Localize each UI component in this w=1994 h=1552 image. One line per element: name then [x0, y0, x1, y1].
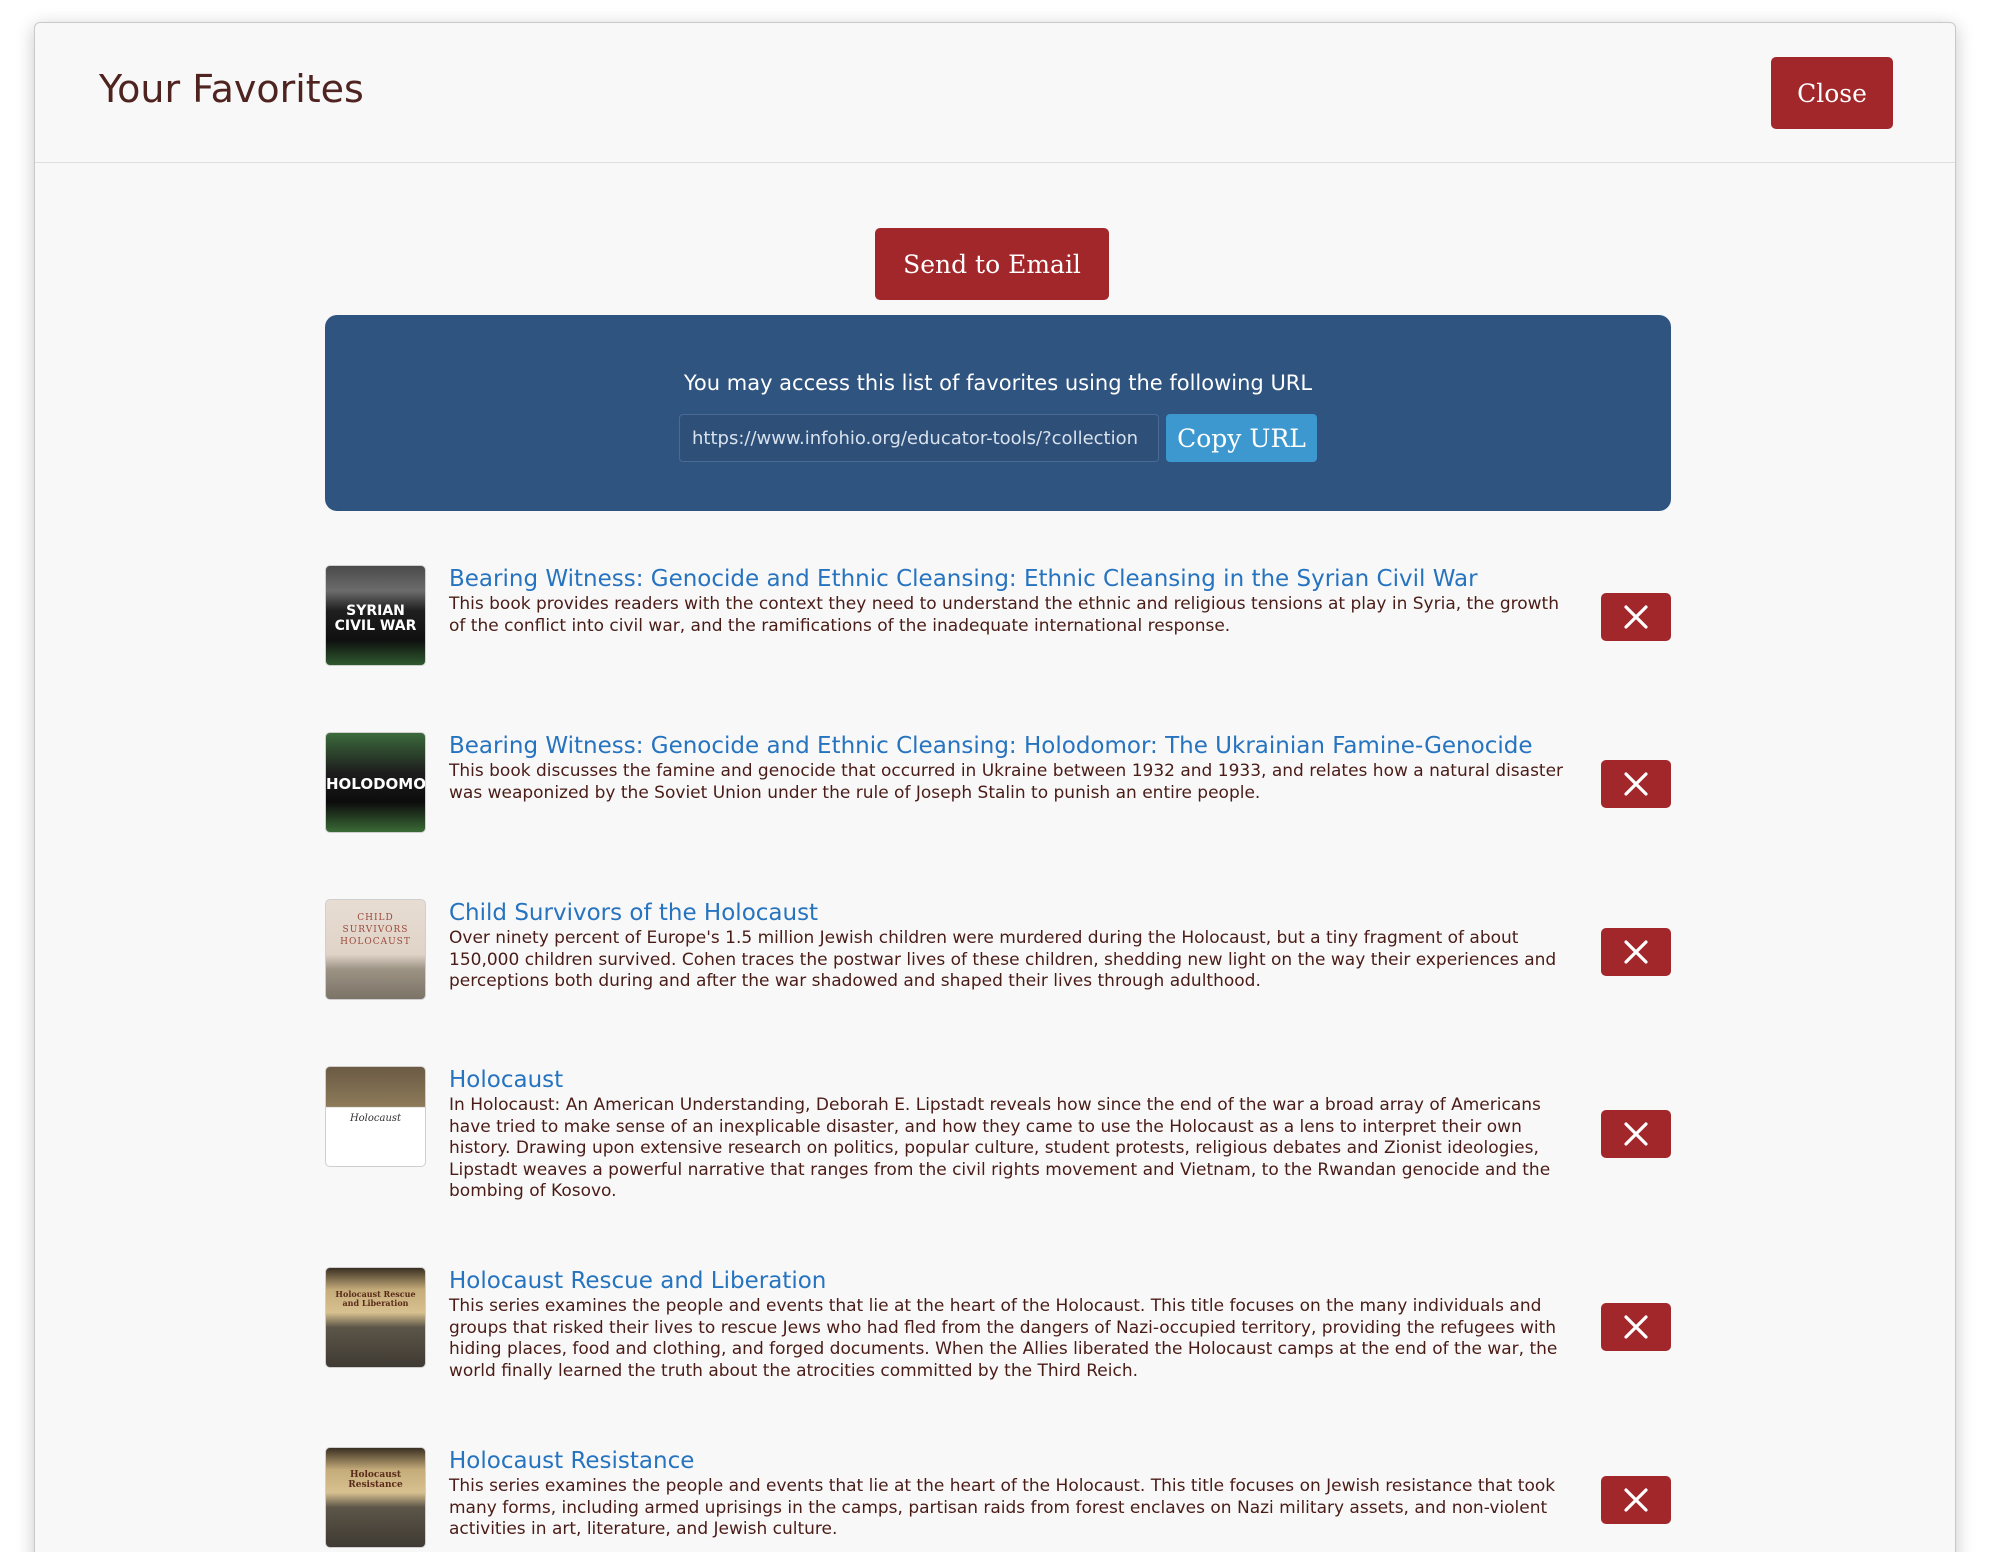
item-title-link[interactable]: Holocaust Resistance — [449, 1447, 1569, 1475]
url-panel: You may access this list of favorites us… — [325, 315, 1671, 511]
list-item: Holocaust Resistance Holocaust Resistance… — [325, 1425, 1671, 1548]
item-description: This series examines the people and even… — [449, 1476, 1556, 1539]
book-cover-image: SYRIAN CIVIL WAR — [325, 565, 426, 666]
book-cover-image: Holocaust Resistance — [325, 1447, 426, 1548]
item-title-link[interactable]: Bearing Witness: Genocide and Ethnic Cle… — [449, 565, 1569, 593]
item-text: Child Survivors of the Holocaust Over ni… — [449, 899, 1569, 993]
book-cover-image: Holocaust Rescue and Liberation — [325, 1267, 426, 1368]
book-cover-image: HOLODOMOR — [325, 732, 426, 833]
remove-favorite-button[interactable] — [1601, 1110, 1671, 1158]
close-icon — [1624, 1488, 1648, 1512]
remove-favorite-button[interactable] — [1601, 928, 1671, 976]
close-icon — [1624, 1315, 1648, 1339]
favorites-url-field[interactable] — [679, 414, 1159, 462]
book-cover-image: CHILD SURVIVORS HOLOCAUST — [325, 899, 426, 1000]
item-description: This series examines the people and even… — [449, 1296, 1558, 1381]
item-text: Bearing Witness: Genocide and Ethnic Cle… — [449, 732, 1569, 804]
close-button[interactable]: Close — [1771, 57, 1893, 129]
close-icon — [1624, 605, 1648, 629]
remove-favorite-button[interactable] — [1601, 593, 1671, 641]
list-item: Holocaust Rescue and Liberation Holocaust… — [325, 1245, 1671, 1385]
remove-favorite-button[interactable] — [1601, 760, 1671, 808]
item-description: This book provides readers with the cont… — [449, 594, 1559, 636]
send-to-email-button[interactable]: Send to Email — [875, 228, 1109, 300]
modal-header: Your Favorites Close — [35, 23, 1955, 163]
item-title-link[interactable]: Child Survivors of the Holocaust — [449, 899, 1569, 927]
copy-url-button[interactable]: Copy URL — [1166, 414, 1317, 462]
list-item: SYRIAN CIVIL WAR Bearing Witness: Genocid… — [325, 543, 1671, 666]
url-panel-label: You may access this list of favorites us… — [683, 371, 1313, 395]
close-icon — [1624, 1122, 1648, 1146]
modal-title: Your Favorites — [99, 67, 364, 111]
item-title-link[interactable]: Holocaust — [449, 1066, 1569, 1094]
close-icon — [1624, 940, 1648, 964]
close-icon — [1624, 772, 1648, 796]
favorites-modal: Your Favorites Close Send to Email You m… — [34, 22, 1956, 1552]
list-item: HOLODOMOR Bearing Witness: Genocide and … — [325, 710, 1671, 833]
item-description: Over ninety percent of Europe's 1.5 mill… — [449, 928, 1557, 991]
list-item: Holocaust Holocaust In Holocaust: An Ame… — [325, 1044, 1671, 1204]
item-description: In Holocaust: An American Understanding,… — [449, 1095, 1551, 1201]
item-text: Holocaust Rescue and Liberation This ser… — [449, 1267, 1569, 1382]
item-text: Bearing Witness: Genocide and Ethnic Cle… — [449, 565, 1569, 637]
remove-favorite-button[interactable] — [1601, 1476, 1671, 1524]
book-cover-image: Holocaust — [325, 1066, 426, 1167]
item-text: Holocaust Resistance This series examine… — [449, 1447, 1569, 1541]
item-text: Holocaust In Holocaust: An American Unde… — [449, 1066, 1569, 1203]
list-item: CHILD SURVIVORS HOLOCAUST Child Survivors … — [325, 877, 1671, 1007]
item-title-link[interactable]: Holocaust Rescue and Liberation — [449, 1267, 1569, 1295]
item-description: This book discusses the famine and genoc… — [449, 761, 1564, 803]
remove-favorite-button[interactable] — [1601, 1303, 1671, 1351]
item-title-link[interactable]: Bearing Witness: Genocide and Ethnic Cle… — [449, 732, 1569, 760]
